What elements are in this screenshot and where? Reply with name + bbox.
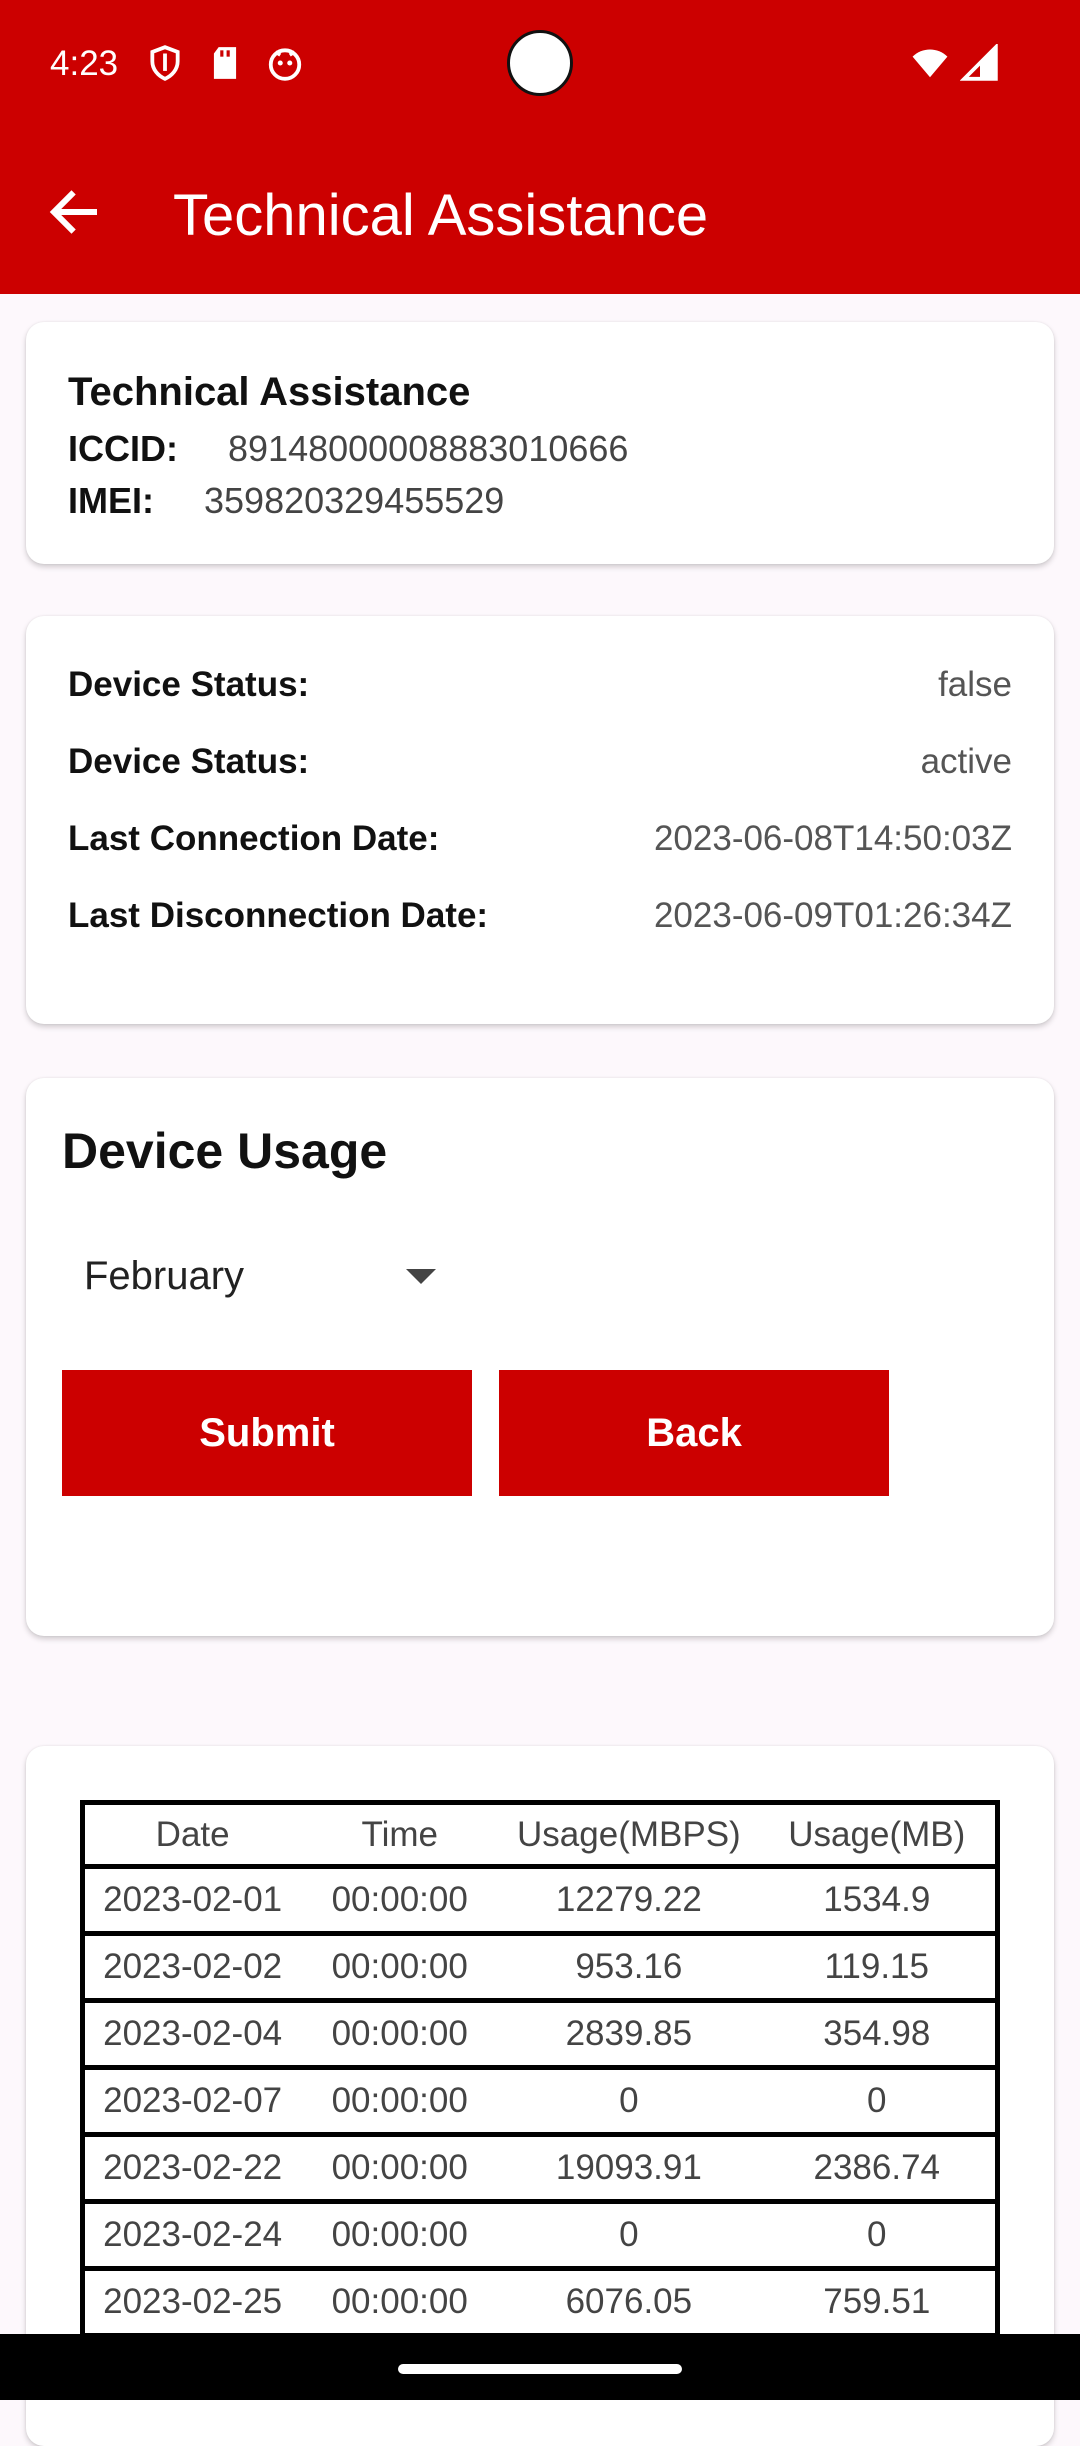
app-notification-icon: [266, 44, 304, 87]
last-disconnection-row: Last Disconnection Date: 2023-06-09T01:2…: [68, 891, 1012, 941]
app-header: 4:23 Technical Assistance: [0, 0, 1080, 294]
page-title: Technical Assistance: [173, 183, 709, 248]
last-disconnection-label: Last Disconnection Date:: [68, 896, 489, 935]
cell-usage-mbps: 2839.85: [499, 2000, 759, 2070]
iccid-label: ICCID:: [68, 428, 178, 469]
shield-icon: [146, 44, 184, 87]
cell-time: 00:00:00: [300, 2201, 500, 2271]
table-row: 2023-02-02 00:00:00 953.16 119.15: [82, 1933, 998, 2003]
cell-signal-icon: [959, 42, 1000, 87]
cell-usage-mb: 1534.9: [758, 1866, 998, 1936]
cell-date: 2023-02-04: [82, 2000, 301, 2070]
imei-row: IMEI: 359820329455529: [68, 480, 504, 522]
table-row: 2023-02-07 00:00:00 0 0: [82, 2067, 998, 2137]
wifi-icon: [910, 44, 950, 87]
cell-date: 2023-02-07: [82, 2067, 301, 2137]
sd-card-icon: [206, 44, 244, 87]
column-header-time: Time: [300, 1802, 500, 1869]
cell-usage-mb: 119.15: [758, 1933, 998, 2003]
cell-usage-mbps: 0: [499, 2201, 759, 2271]
cell-usage-mbps: 953.16: [499, 1933, 759, 2003]
cell-time: 00:00:00: [300, 2000, 500, 2070]
column-header-usage-mb: Usage(MB): [758, 1802, 998, 1869]
column-header-date: Date: [82, 1802, 301, 1869]
cell-usage-mb: 759.51: [758, 2268, 998, 2338]
cell-time: 00:00:00: [300, 1866, 500, 1936]
cell-date: 2023-02-22: [82, 2134, 301, 2204]
table-row: 2023-02-24 00:00:00 0 0: [82, 2201, 998, 2271]
cell-time: 00:00:00: [300, 2268, 500, 2338]
cell-usage-mb: 0: [758, 2201, 998, 2271]
status-time: 4:23: [50, 44, 119, 83]
cell-date: 2023-02-24: [82, 2201, 301, 2271]
column-header-usage-mbps: Usage(MBPS): [499, 1802, 759, 1869]
table-row: 2023-02-01 00:00:00 12279.22 1534.9: [82, 1866, 998, 1936]
table-row: 2023-02-22 00:00:00 19093.91 2386.74: [82, 2134, 998, 2204]
status-label: Device Status:: [68, 742, 310, 781]
month-selected-value: February: [84, 1253, 245, 1298]
last-disconnection-value: 2023-06-09T01:26:34Z: [653, 896, 1012, 935]
status-label: Device Status:: [68, 665, 310, 704]
device-info-card: Technical Assistance ICCID: 8914800000888…: [26, 322, 1054, 564]
device-usage-card: Device Usage February Submit Back: [26, 1078, 1054, 1636]
status-value: false: [938, 665, 1012, 704]
usage-table: Date Time Usage(MBPS) Usage(MB) 2023-02-…: [80, 1800, 1000, 2338]
cell-date: 2023-02-02: [82, 1933, 301, 2003]
status-value: active: [920, 742, 1012, 781]
status-icons-right: [910, 42, 1000, 87]
last-connection-row: Last Connection Date: 2023-06-08T14:50:0…: [68, 814, 1012, 864]
month-dropdown[interactable]: February: [84, 1246, 454, 1306]
cell-time: 00:00:00: [300, 2134, 500, 2204]
cell-date: 2023-02-01: [82, 1866, 301, 1936]
iccid-row: ICCID: 89148000008883010666: [68, 428, 628, 470]
status-bar: 4:23: [0, 0, 1080, 130]
dropdown-arrow-icon: [406, 1268, 436, 1284]
cell-usage-mbps: 19093.91: [499, 2134, 759, 2204]
status-icons-left: [146, 44, 304, 87]
table-header-row: Date Time Usage(MBPS) Usage(MB): [82, 1802, 998, 1869]
cell-time: 00:00:00: [300, 2067, 500, 2137]
back-action-button[interactable]: Back: [499, 1370, 889, 1496]
last-connection-label: Last Connection Date:: [68, 819, 440, 858]
status-row: Device Status: false: [68, 660, 1012, 710]
status-row: Device Status: active: [68, 737, 1012, 787]
card-title: Technical Assistance: [68, 370, 471, 414]
imei-value: 359820329455529: [204, 480, 505, 521]
cell-usage-mbps: 6076.05: [499, 2268, 759, 2338]
home-gesture-handle[interactable]: [398, 2364, 682, 2374]
iccid-value: 89148000008883010666: [228, 428, 629, 469]
imei-label: IMEI:: [68, 480, 154, 521]
cell-usage-mb: 0: [758, 2067, 998, 2137]
cell-date: 2023-02-25: [82, 2268, 301, 2338]
cell-usage-mbps: 12279.22: [499, 1866, 759, 1936]
cell-usage-mbps: 0: [499, 2067, 759, 2137]
back-button[interactable]: [38, 178, 110, 250]
cell-time: 00:00:00: [300, 1933, 500, 2003]
submit-button[interactable]: Submit: [62, 1370, 472, 1496]
device-usage-title: Device Usage: [62, 1123, 388, 1179]
last-connection-value: 2023-06-08T14:50:03Z: [653, 819, 1012, 858]
cell-usage-mb: 354.98: [758, 2000, 998, 2070]
table-row: 2023-02-04 00:00:00 2839.85 354.98: [82, 2000, 998, 2070]
table-row: 2023-02-25 00:00:00 6076.05 759.51: [82, 2268, 998, 2338]
device-status-card: Device Status: false Device Status: acti…: [26, 616, 1054, 1024]
cell-usage-mb: 2386.74: [758, 2134, 998, 2204]
camera-cutout: [507, 30, 573, 96]
arrow-back-icon: [44, 182, 104, 247]
